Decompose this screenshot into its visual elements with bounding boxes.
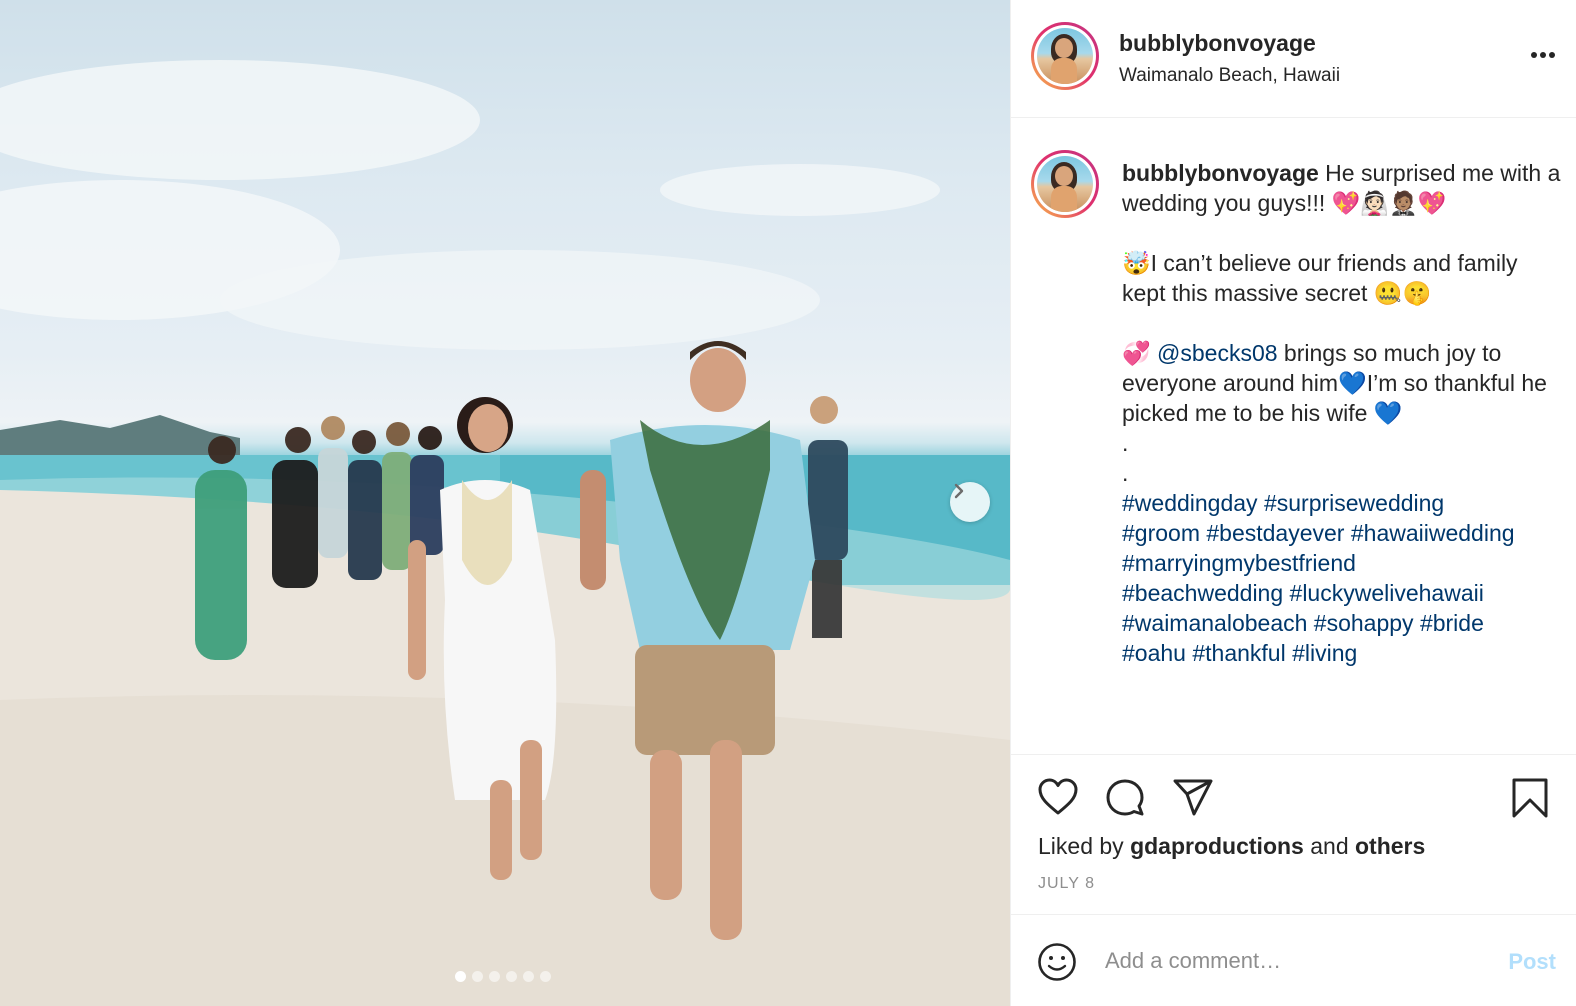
hashtag-link[interactable]: #beachwedding: [1122, 580, 1283, 606]
like-button[interactable]: [1037, 777, 1079, 822]
carousel-dot: [506, 971, 517, 982]
share-icon: [1173, 779, 1213, 816]
hashtag-link[interactable]: #marryingmybestfriend: [1122, 550, 1356, 576]
post-photo[interactable]: [0, 0, 1010, 1006]
post-date[interactable]: JULY 8: [1038, 875, 1095, 893]
comment-bar: Post: [1011, 914, 1576, 1006]
likes-others-link[interactable]: others: [1355, 833, 1425, 859]
share-button[interactable]: [1172, 777, 1214, 822]
hashtag-link[interactable]: #living: [1292, 640, 1357, 666]
hashtag-link[interactable]: #bride: [1420, 610, 1484, 636]
hashtag-link[interactable]: #surprisewedding: [1264, 490, 1444, 516]
comment-button[interactable]: [1104, 777, 1146, 824]
hashtag-link[interactable]: #weddingday: [1122, 490, 1258, 516]
caption-text: bubblybonvoyage He surprised me with a w…: [1122, 158, 1562, 668]
hashtag-link[interactable]: #luckywelivehawaii: [1290, 580, 1484, 606]
likes-prefix: Liked by: [1038, 833, 1131, 859]
hashtag-link[interactable]: #groom: [1122, 520, 1200, 546]
carousel-dot: [540, 971, 551, 982]
post-details-panel: bubblybonvoyage Waimanalo Beach, Hawaii …: [1010, 0, 1576, 1006]
caption-dot: .: [1122, 430, 1129, 456]
post-location[interactable]: Waimanalo Beach, Hawaii: [1119, 65, 1340, 87]
carousel-indicator: [455, 971, 551, 982]
likes-middle: and: [1303, 833, 1355, 859]
caption-line: 💞: [1122, 340, 1158, 366]
hashtag-link[interactable]: #thankful: [1192, 640, 1285, 666]
caption-avatar[interactable]: [1031, 150, 1099, 218]
bookmark-icon: [1512, 778, 1548, 818]
more-options-icon: [1531, 52, 1555, 58]
comment-input[interactable]: [1105, 943, 1475, 979]
comment-icon: [1106, 779, 1144, 816]
liker-username[interactable]: gdaproductions: [1130, 833, 1304, 859]
beach-wedding-photo: [0, 60, 1010, 1006]
caption-username[interactable]: bubblybonvoyage: [1122, 160, 1319, 186]
post-actions: Liked by gdaproductions and others JULY …: [1011, 754, 1576, 914]
heart-icon: [1038, 778, 1078, 815]
avatar[interactable]: [1031, 22, 1099, 90]
caption-line: 🤯I can’t believe our friends and family …: [1122, 250, 1524, 306]
carousel-dot: [472, 971, 483, 982]
hashtag-link[interactable]: #oahu: [1122, 640, 1186, 666]
chevron-right-icon: [954, 483, 964, 499]
likes-summary: Liked by gdaproductions and others: [1038, 833, 1425, 860]
post-caption: bubblybonvoyage He surprised me with a w…: [1011, 150, 1576, 754]
smiley-icon: [1038, 943, 1076, 981]
hashtag-link[interactable]: #bestdayever: [1206, 520, 1344, 546]
mention-link[interactable]: @sbecks08: [1157, 340, 1278, 366]
post-header: bubblybonvoyage Waimanalo Beach, Hawaii: [1011, 0, 1576, 118]
post-comment-button[interactable]: Post: [1508, 949, 1556, 975]
next-photo-button[interactable]: [950, 482, 990, 522]
carousel-dot: [523, 971, 534, 982]
carousel-dot: [489, 971, 500, 982]
hashtag-link[interactable]: #waimanalobeach: [1122, 610, 1307, 636]
hashtag-link[interactable]: #hawaiiwedding: [1351, 520, 1515, 546]
carousel-dot: [455, 971, 466, 982]
more-options-button[interactable]: [1530, 46, 1556, 64]
hashtag-link[interactable]: #sohappy: [1314, 610, 1414, 636]
header-username[interactable]: bubblybonvoyage: [1119, 30, 1340, 57]
emoji-button[interactable]: [1037, 942, 1077, 987]
save-button[interactable]: [1511, 777, 1549, 824]
caption-dot: .: [1122, 460, 1129, 486]
